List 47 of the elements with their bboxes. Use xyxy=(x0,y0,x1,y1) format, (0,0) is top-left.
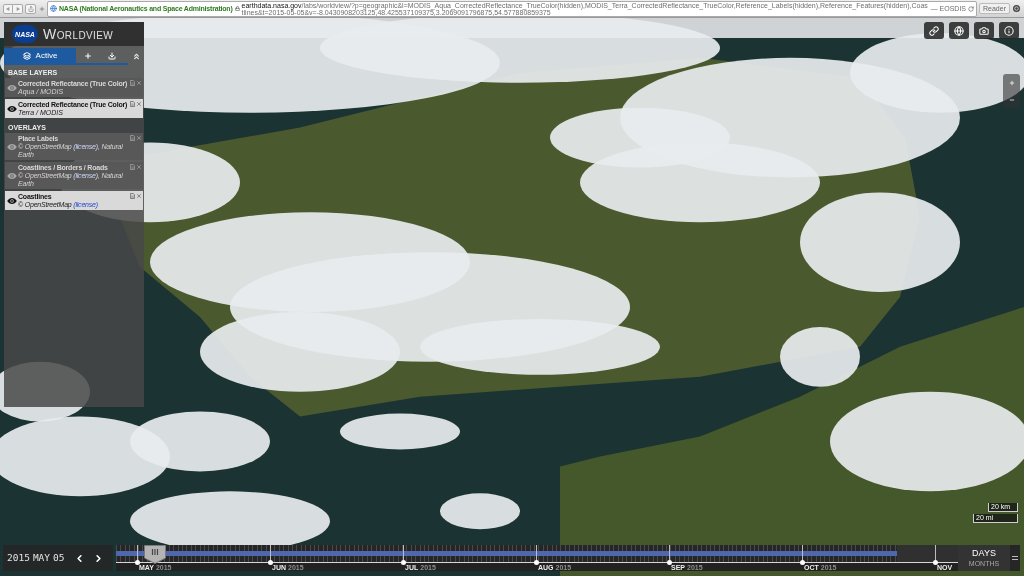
chevrons-up-icon xyxy=(131,52,141,61)
two-lines-icon xyxy=(1012,556,1018,560)
download-icon xyxy=(108,51,116,60)
lock-icon xyxy=(234,6,240,11)
zoom-level-option[interactable]: DAYS xyxy=(972,549,996,558)
extension-button[interactable] xyxy=(1012,3,1021,14)
share-icon xyxy=(27,5,34,12)
link-icon xyxy=(929,25,939,36)
timeline-handle[interactable] xyxy=(143,545,166,564)
back-button[interactable] xyxy=(3,3,13,14)
link-button[interactable] xyxy=(924,22,944,39)
layers-tab[interactable]: Active xyxy=(4,48,76,63)
options-icon[interactable] xyxy=(130,80,135,86)
close-icon[interactable] xyxy=(136,193,142,199)
camera-button[interactable] xyxy=(974,22,994,39)
forward-icon xyxy=(15,6,20,11)
options-icon[interactable] xyxy=(130,135,135,141)
close-icon[interactable] xyxy=(136,135,142,141)
year-field[interactable]: 2015 xyxy=(7,553,30,563)
app-title: WORLDVIEW xyxy=(43,27,114,41)
close-icon[interactable] xyxy=(136,164,142,170)
options-icon[interactable] xyxy=(130,193,135,199)
globe-button[interactable] xyxy=(949,22,969,39)
plus-icon xyxy=(1008,79,1015,86)
plus-icon xyxy=(38,5,45,12)
forward-button[interactable] xyxy=(13,3,23,14)
camera-icon xyxy=(979,25,989,36)
info-button[interactable] xyxy=(999,22,1019,39)
options-icon[interactable] xyxy=(130,164,135,170)
layers-icon xyxy=(22,51,31,60)
options-icon[interactable] xyxy=(130,101,135,107)
globe-icon xyxy=(50,5,57,12)
eye-icon[interactable] xyxy=(6,197,17,204)
share-button[interactable] xyxy=(25,3,36,14)
close-icon[interactable] xyxy=(136,101,142,107)
ring-icon xyxy=(1013,5,1020,12)
info-icon xyxy=(1004,25,1014,36)
minus-icon xyxy=(1008,96,1015,103)
eye-icon[interactable] xyxy=(6,105,17,112)
close-icon[interactable] xyxy=(136,80,142,86)
globe-icon xyxy=(954,25,964,36)
plus-icon xyxy=(84,51,92,60)
back-icon xyxy=(6,6,10,11)
day-field[interactable]: 05 xyxy=(53,553,65,563)
timeline-toggle-button[interactable] xyxy=(1010,545,1020,571)
reload-icon[interactable] xyxy=(968,5,975,12)
month-field[interactable]: MAY xyxy=(32,553,51,563)
